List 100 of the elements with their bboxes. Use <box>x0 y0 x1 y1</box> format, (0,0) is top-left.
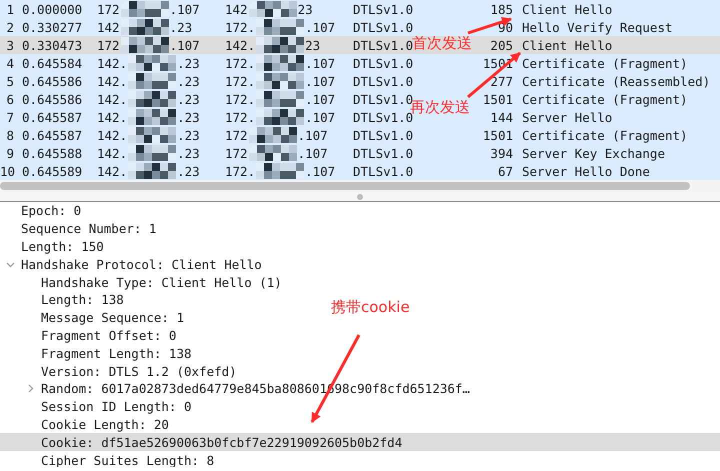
scrollbar-thumb[interactable] <box>0 182 690 190</box>
field-text: Handshake Type: Client Hello (1) <box>41 274 282 290</box>
packet-info: Server Hello <box>522 110 612 124</box>
packet-number: 4 <box>5 56 14 70</box>
detail-tree-row[interactable]: Session ID Length: 0 <box>0 398 196 416</box>
packet-number: 1 <box>5 2 14 16</box>
field-text: Length: 150 <box>21 238 104 254</box>
destination-address: 172. <box>225 20 256 34</box>
detail-tree-row[interactable]: Fragment Length: 138 <box>0 344 196 362</box>
packet-time: 0.330277 <box>22 20 84 34</box>
redaction-mosaic <box>256 73 304 89</box>
redaction-mosaic <box>120 37 169 53</box>
source-address: 142. <box>97 164 128 178</box>
field-text: Fragment Length: 138 <box>41 346 192 361</box>
detail-tree-row[interactable]: Message Sequence: 1 <box>0 308 188 327</box>
redaction-mosaic <box>256 91 304 107</box>
redaction-mosaic <box>248 145 297 161</box>
source-address: 142. <box>97 110 128 124</box>
annotation-arrow <box>468 17 512 34</box>
packet-info: Hello Verify Request <box>522 20 673 34</box>
source-address: 142. <box>97 146 128 160</box>
packet-number: 9 <box>5 146 14 160</box>
detail-tree-row[interactable]: Epoch: 0 <box>0 202 86 220</box>
source-address: .23 <box>177 164 200 178</box>
redaction-mosaic <box>256 37 304 53</box>
protocol: DTLSv1.0 <box>353 20 414 34</box>
packet-length: 67 <box>498 164 513 178</box>
field-text: Session ID Length: 0 <box>41 399 192 414</box>
detail-tree-row[interactable]: Version: DTLS 1.2 (0xfefd) <box>0 362 241 380</box>
packet-time: 0.330473 <box>22 38 84 52</box>
detail-tree-row[interactable]: Length: 150 <box>0 238 108 256</box>
detail-tree-row[interactable]: Cookie Length: 20 <box>0 416 173 434</box>
redaction-mosaic <box>248 127 297 143</box>
packet-number: 3 <box>5 38 14 52</box>
redaction-mosaic <box>128 91 176 107</box>
packet-info: Certificate (Fragment) <box>522 56 688 70</box>
source-address: .23 <box>177 128 200 142</box>
detail-tree-row[interactable]: Cipher Suites Length: 8 <box>0 451 218 467</box>
source-address: 142. <box>97 128 128 142</box>
packet-info: Client Hello <box>522 2 612 16</box>
field-text: Message Sequence: 1 <box>41 310 184 326</box>
detail-tree-row[interactable]: Fragment Offset: 0 <box>0 326 180 344</box>
protocol: DTLSv1.0 <box>353 146 414 160</box>
protocol: DTLSv1.0 <box>353 92 414 106</box>
redaction-mosaic <box>256 109 304 125</box>
detail-tree-row[interactable]: Handshake Type: Client Hello (1) <box>0 273 286 291</box>
packet-number: 10 <box>0 164 14 178</box>
source-address: 172 <box>97 2 120 16</box>
destination-address: 172. <box>225 92 256 106</box>
packet-length: 394 <box>490 146 513 160</box>
packet-length: 185 <box>490 2 513 16</box>
protocol: DTLSv1.0 <box>353 38 414 52</box>
redaction-mosaic <box>256 55 304 71</box>
protocol: DTLSv1.0 <box>353 56 414 70</box>
field-text: Cookie: df51ae52690063b0fcbf7e22919092605b0b2fd4 <box>41 434 402 450</box>
packet-number: 5 <box>5 74 14 88</box>
field-text: Epoch: 0 <box>21 203 82 218</box>
destination-address: .107 <box>298 146 328 160</box>
source-address: .23 <box>177 74 200 88</box>
destination-address: .107 <box>305 20 336 34</box>
packet-length: 205 <box>490 38 513 52</box>
packet-length: 1501 <box>482 92 513 106</box>
redaction-mosaic <box>128 73 176 89</box>
source-address: .23 <box>177 56 200 70</box>
packet-number: 6 <box>5 92 14 106</box>
packet-number: 7 <box>5 110 14 124</box>
source-address: .23 <box>177 110 200 124</box>
destination-address: 142 <box>225 2 248 16</box>
packet-info: Server Hello Done <box>522 164 650 178</box>
source-address: 142 <box>97 20 120 34</box>
detail-tree-row[interactable]: Sequence Number: 1 <box>0 220 160 238</box>
destination-address: 172. <box>225 110 256 124</box>
splitter-handle[interactable] <box>357 194 363 200</box>
packet-time: 0.645588 <box>22 146 84 160</box>
destination-address: 172 <box>225 128 248 142</box>
packet-length: 144 <box>490 110 513 124</box>
packet-info: Certificate (Fragment) <box>522 92 688 106</box>
source-address: .23 <box>170 20 192 34</box>
source-address: 142. <box>97 56 128 70</box>
detail-tree-row[interactable]: Length: 138 <box>0 290 128 309</box>
protocol: DTLSv1.0 <box>353 74 414 88</box>
source-address: .107 <box>170 38 200 52</box>
packet-time: 0.645584 <box>22 56 84 70</box>
destination-address: .107 <box>305 110 336 124</box>
redaction-mosaic <box>128 55 176 71</box>
packet-length: 1501 <box>482 128 513 142</box>
detail-tree-row[interactable]: Handshake Protocol: Client Hello <box>0 255 266 274</box>
packet-time: 0.645587 <box>22 128 84 142</box>
field-text: Fragment Offset: 0 <box>41 328 176 343</box>
destination-address: 23 <box>305 38 320 52</box>
redaction-mosaic <box>128 109 176 125</box>
redaction-mosaic <box>256 19 304 35</box>
protocol: DTLSv1.0 <box>353 2 414 16</box>
packet-number: 2 <box>5 20 14 34</box>
annotation-label: 携带cookie <box>331 298 410 317</box>
packet-info: Certificate (Reassembled) <box>522 74 710 88</box>
detail-tree-row[interactable]: Cookie: df51ae52690063b0fcbf7e22919092605b0b2fd4 <box>0 433 720 452</box>
redaction-mosaic <box>120 19 169 35</box>
destination-address: 172. <box>225 164 256 178</box>
field-text: Cipher Suites Length: 8 <box>41 452 214 467</box>
